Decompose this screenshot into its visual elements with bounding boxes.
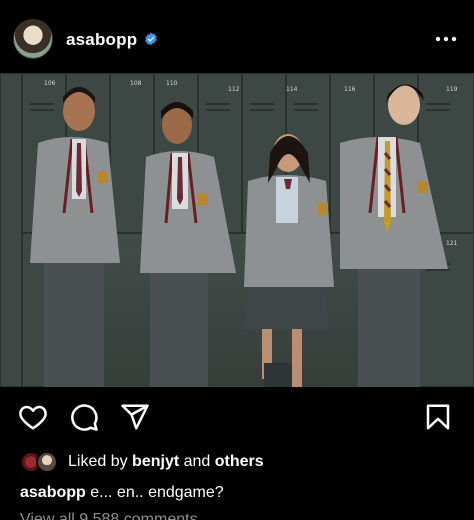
locker-number: 108 <box>130 80 142 87</box>
locker-number: 110 <box>166 80 178 87</box>
likes-row: Liked by benjyt and others <box>20 450 460 474</box>
likes-connector: and <box>183 453 211 470</box>
post-photo[interactable]: 106 108 110 112 114 116 119 121 <box>0 73 474 387</box>
locker-number: 106 <box>44 80 56 87</box>
locker-number: 116 <box>344 86 356 93</box>
share-icon[interactable] <box>120 402 150 432</box>
avatar[interactable] <box>13 19 53 59</box>
post-caption: asabopp e... en.. endgame? <box>20 484 224 502</box>
caption-text: e... en.. endgame? <box>90 484 224 501</box>
post-actions <box>0 398 474 438</box>
likes-summary[interactable]: Liked by benjyt and others <box>68 453 264 471</box>
locker-number: 119 <box>446 86 458 93</box>
verified-badge-icon <box>145 32 157 46</box>
photo-illustration: 106 108 110 112 114 116 119 121 <box>0 73 474 387</box>
caption-username[interactable]: asabopp <box>20 484 86 501</box>
comment-icon[interactable] <box>69 402 99 432</box>
post-header: asabopp <box>0 0 474 72</box>
liker-username[interactable]: benjyt <box>132 453 179 470</box>
liker-avatar[interactable] <box>36 451 58 473</box>
view-comments-link[interactable]: View all 9,588 comments <box>20 511 198 520</box>
heart-icon[interactable] <box>18 402 48 432</box>
likes-prefix: Liked by <box>68 453 128 470</box>
post-username[interactable]: asabopp <box>66 30 137 50</box>
likes-others-link[interactable]: others <box>215 453 264 470</box>
more-options-icon[interactable] <box>435 36 457 42</box>
locker-number: 112 <box>228 86 240 93</box>
bookmark-icon[interactable] <box>423 402 453 432</box>
locker-number: 121 <box>446 240 458 247</box>
locker-number: 114 <box>286 86 298 93</box>
